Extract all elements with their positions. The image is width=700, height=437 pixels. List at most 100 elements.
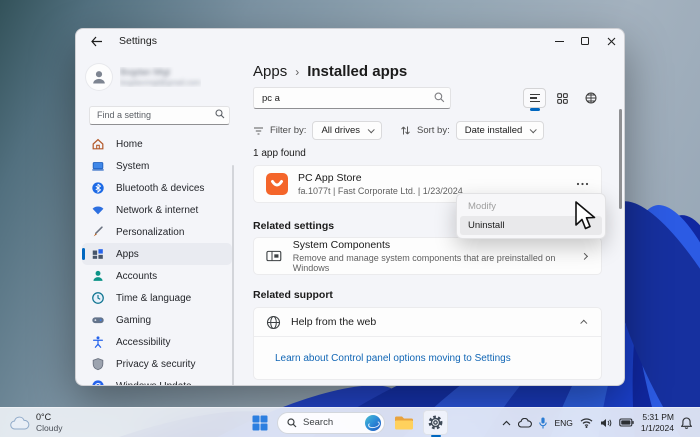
selected-view-indicator: [529, 108, 540, 111]
sidebar-item-network[interactable]: Network & internet: [82, 199, 232, 221]
profile-email: bogdanmigl@gmail.com: [120, 78, 201, 87]
titlebar: Settings: [76, 29, 624, 53]
filter-dropdown[interactable]: All drives: [312, 121, 382, 140]
minimize-button[interactable]: [546, 29, 572, 53]
user-profile[interactable]: Bogdan Migl bogdanmigl@gmail.com: [86, 59, 235, 95]
personalization-icon: [90, 225, 105, 240]
taskbar-search[interactable]: Search: [277, 411, 385, 434]
accounts-icon: [90, 269, 105, 284]
clock[interactable]: 5:31 PM 1/1/2024: [641, 412, 674, 433]
battery-icon[interactable]: [619, 418, 634, 427]
chevron-down-icon: [529, 126, 538, 134]
tray-time: 5:31 PM: [642, 411, 674, 422]
system-components-row[interactable]: System Components Remove and manage syst…: [253, 237, 602, 275]
microphone-icon[interactable]: [539, 417, 548, 429]
filter-icon: [254, 126, 263, 135]
search-icon: [434, 92, 445, 103]
globe-icon: [266, 315, 281, 329]
settings-taskbar-button[interactable]: [423, 410, 448, 437]
app-name: PC App Store: [298, 172, 362, 185]
network-icon: [90, 203, 105, 218]
sidebar-item-personalization[interactable]: Personalization: [82, 221, 232, 243]
related-setting-description: Remove and manage system components that…: [292, 252, 556, 273]
sidebar-item-accounts[interactable]: Accounts: [82, 265, 232, 287]
sidebar-item-time-language[interactable]: Time & language: [82, 287, 232, 309]
sidebar-item-home[interactable]: Home: [82, 133, 232, 155]
chevron-right-icon: [581, 252, 589, 260]
sidebar-item-apps[interactable]: Apps: [82, 243, 232, 265]
sidebar-item-privacy[interactable]: Privacy & security: [82, 353, 232, 375]
help-from-web-row[interactable]: Help from the web: [254, 308, 601, 336]
ellipsis-icon: [576, 182, 588, 186]
taskbar-search-label: Search: [303, 417, 334, 428]
list-view-button[interactable]: [523, 88, 546, 111]
time-language-icon: [90, 291, 105, 306]
sidebar: Bogdan Migl bogdanmigl@gmail.com Home Sy…: [76, 53, 241, 385]
search-icon: [215, 109, 225, 119]
sort-dropdown[interactable]: Date installed: [455, 121, 545, 140]
start-button[interactable]: [252, 415, 268, 431]
sidebar-item-windows-update[interactable]: Windows Update: [82, 375, 232, 385]
filter-label: Filter by:: [270, 125, 307, 136]
avatar: [86, 64, 112, 90]
grid-view-button[interactable]: [551, 88, 574, 108]
back-button[interactable]: [90, 36, 103, 47]
volume-icon[interactable]: [600, 418, 612, 428]
sidebar-item-system[interactable]: System: [82, 155, 232, 177]
search-icon: [287, 417, 297, 427]
wifi-icon[interactable]: [580, 417, 593, 428]
help-from-web-card: Help from the web Learn about Control pa…: [253, 307, 602, 380]
sidebar-item-bluetooth[interactable]: Bluetooth & devices: [82, 177, 232, 199]
onedrive-icon[interactable]: [518, 417, 533, 428]
profile-name: Bogdan Migl: [120, 67, 171, 77]
app-search-input[interactable]: [253, 87, 451, 109]
home-icon: [90, 137, 105, 152]
taskbar: 0°C Cloudy Search ENG 5:31 PM 1/1/2024: [0, 407, 700, 437]
file-explorer-button[interactable]: [394, 415, 414, 431]
grid-view-icon: [557, 92, 568, 104]
notification-bell-icon[interactable]: [681, 416, 692, 429]
find-setting-search: [89, 105, 230, 125]
bluetooth-icon: [90, 181, 105, 196]
system-components-icon: [266, 250, 282, 262]
windows-update-icon: [90, 379, 105, 385]
apps-icon: [90, 247, 105, 262]
filter-value: All drives: [321, 125, 360, 136]
selected-indicator: [82, 248, 85, 260]
breadcrumb-apps[interactable]: Apps: [253, 63, 287, 80]
privacy-icon: [90, 357, 105, 372]
app-search: [253, 87, 451, 109]
content-scrollbar[interactable]: [619, 109, 622, 209]
close-icon: [607, 37, 615, 45]
gear-icon: [428, 415, 443, 430]
control-panel-link[interactable]: Learn about Control panel options moving…: [275, 353, 511, 364]
pc-app-store-icon: [266, 173, 288, 195]
tray-date: 1/1/2024: [640, 422, 674, 433]
sidebar-item-gaming[interactable]: Gaming: [82, 309, 232, 331]
help-from-web-title: Help from the web: [291, 316, 377, 328]
result-count: 1 app found: [253, 148, 306, 159]
gaming-icon: [90, 313, 105, 328]
system-tray: ENG 5:31 PM 1/1/2024: [502, 408, 692, 437]
sidebar-item-accessibility[interactable]: Accessibility: [82, 331, 232, 353]
minimize-icon: [554, 40, 564, 42]
breadcrumb-separator: ›: [295, 65, 300, 79]
sort-icon: [401, 126, 410, 135]
find-setting-input[interactable]: [89, 105, 230, 125]
mouse-cursor: [575, 201, 596, 230]
maximize-button[interactable]: [572, 29, 598, 53]
language-indicator[interactable]: ENG: [554, 418, 572, 428]
search-highlight-icon: [365, 414, 381, 431]
breadcrumb: Apps › Installed apps: [253, 63, 602, 83]
related-support-heading: Related support: [253, 289, 333, 301]
app-meta: fa.1077t | Fast Corporate Ltd. | 1/23/20…: [298, 185, 463, 196]
sidebar-scrollbar[interactable]: [232, 165, 234, 385]
page-title: Installed apps: [307, 63, 408, 80]
sort-value: Date installed: [464, 125, 523, 136]
accessibility-icon: [90, 335, 105, 350]
tray-expand-button[interactable]: [502, 420, 511, 426]
close-button[interactable]: [598, 29, 624, 53]
tile-view-icon: [585, 92, 596, 104]
tile-view-button[interactable]: [579, 88, 602, 108]
sidebar-nav: Home System Bluetooth & devices Network …: [82, 133, 232, 385]
